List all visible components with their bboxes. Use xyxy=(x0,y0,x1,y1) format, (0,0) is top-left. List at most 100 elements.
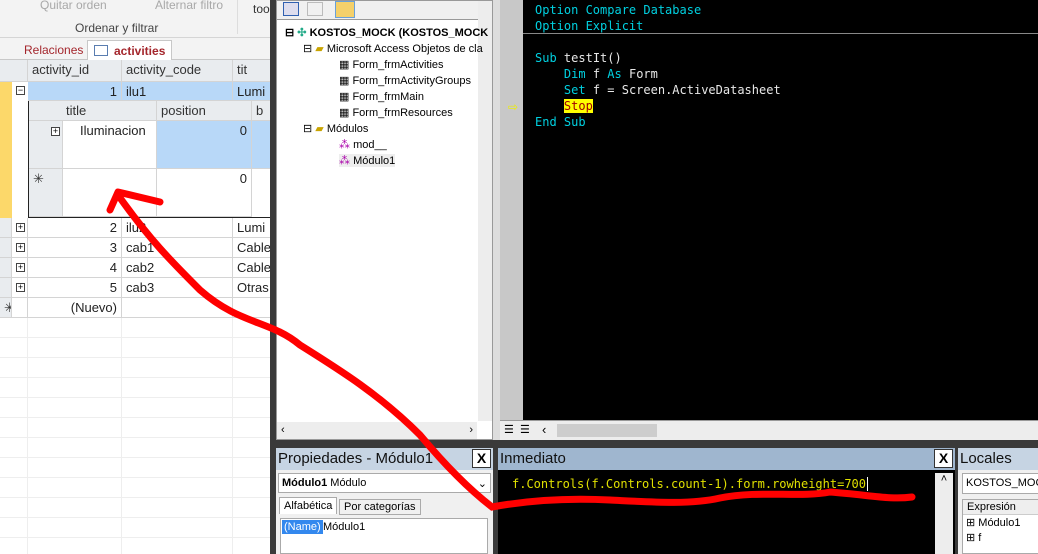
empty-cell xyxy=(28,418,122,438)
record-selector[interactable] xyxy=(0,82,12,218)
cell[interactable]: Lumi xyxy=(233,82,270,101)
empty-cell xyxy=(122,358,233,378)
view-object-icon[interactable] xyxy=(307,2,323,16)
tab-relaciones[interactable]: Relaciones xyxy=(0,40,89,60)
cell[interactable]: cab3 xyxy=(122,278,233,298)
cell[interactable]: (Nuevo) xyxy=(28,298,122,318)
view-code-icon[interactable] xyxy=(283,2,299,16)
cell[interactable]: 4 xyxy=(28,258,122,278)
cell[interactable] xyxy=(252,121,270,169)
record-selector[interactable] xyxy=(0,238,12,258)
empty-cell xyxy=(122,498,233,518)
expand-icon[interactable]: + xyxy=(16,263,25,272)
select-all-corner[interactable] xyxy=(29,101,63,121)
datasheet: activity_id activity_code tit 1 ilu1 Lumi − tit… xyxy=(0,60,270,554)
tree-item-form[interactable]: ▦ Form_frmResources xyxy=(339,106,453,119)
tab-por-categorias[interactable]: Por categorías xyxy=(339,499,421,515)
collapse-icon[interactable]: − xyxy=(16,86,25,95)
tree-item-form[interactable]: ▦ Form_frmActivities xyxy=(339,58,444,71)
empty-cell xyxy=(0,398,28,418)
margin-indicator-bar[interactable] xyxy=(500,0,523,420)
cell[interactable] xyxy=(233,298,270,318)
cell[interactable]: 0 xyxy=(157,169,252,217)
record-selector[interactable] xyxy=(0,258,12,278)
toggle-filter-button[interactable]: Alternar filtro xyxy=(155,0,223,12)
close-icon[interactable]: X xyxy=(472,449,491,468)
record-selector[interactable] xyxy=(0,218,12,238)
locals-item[interactable]: ⊞ f xyxy=(963,530,1038,545)
procedure-view-icon[interactable]: ☰ xyxy=(504,423,514,436)
empty-cell xyxy=(122,338,233,358)
locals-item[interactable]: ⊞ Módulo1 xyxy=(963,515,1038,530)
tree-root[interactable]: ⊟ ✣ KOSTOS_MOCK (KOSTOS_MOCK xyxy=(285,26,488,39)
cell[interactable]: Cable xyxy=(233,238,270,258)
cell[interactable]: 2 xyxy=(28,218,122,238)
empty-cell xyxy=(28,538,122,554)
expand-icon[interactable]: + xyxy=(16,283,25,292)
column-header-title[interactable]: tit xyxy=(233,60,270,82)
property-name[interactable]: (Name) xyxy=(282,520,323,534)
vertical-scrollbar[interactable]: ˄ xyxy=(935,473,953,554)
cell[interactable]: 0 xyxy=(157,121,252,169)
cell-text: Iluminacion xyxy=(80,123,146,138)
empty-cell xyxy=(28,518,122,538)
cell[interactable]: ilu2 xyxy=(122,218,233,238)
tree-item-form[interactable]: ▦ Form_frmActivityGroups xyxy=(339,74,471,87)
select-all-corner[interactable] xyxy=(0,60,28,82)
cell[interactable]: Otras xyxy=(233,278,270,298)
tree-folder-modules[interactable]: ⊟ ▰ Módulos xyxy=(303,122,368,135)
cell[interactable]: cab1 xyxy=(122,238,233,258)
empty-cell xyxy=(122,538,233,554)
empty-cell xyxy=(233,478,270,498)
cell[interactable]: Cable xyxy=(233,258,270,278)
empty-cell xyxy=(0,458,28,478)
empty-cell xyxy=(0,338,28,358)
cell[interactable] xyxy=(122,298,233,318)
tree-item-form[interactable]: ▦ Form_frmMain xyxy=(339,90,424,103)
cell[interactable]: cab2 xyxy=(122,258,233,278)
expand-icon[interactable]: + xyxy=(51,127,60,136)
code-window[interactable]: Option Compare Database Option Explicit … xyxy=(500,0,1038,420)
cell[interactable]: 3 xyxy=(28,238,122,258)
cell[interactable] xyxy=(62,169,157,217)
code-hscrollbar[interactable]: ☰ ☰ ‹ xyxy=(500,420,1038,440)
empty-cell xyxy=(28,398,122,418)
close-icon[interactable]: X xyxy=(934,449,953,468)
cell[interactable]: Lumi xyxy=(233,218,270,238)
column-header-activity-id[interactable]: activity_id xyxy=(28,60,122,82)
column-header-b[interactable]: b xyxy=(252,101,270,121)
tab-activities[interactable]: activities xyxy=(87,40,173,60)
expand-icon[interactable]: + xyxy=(16,243,25,252)
toggle-folders-icon[interactable] xyxy=(335,1,355,18)
expand-icon[interactable]: + xyxy=(16,223,25,232)
cell[interactable]: 5 xyxy=(28,278,122,298)
code-line: Stop xyxy=(535,99,593,113)
cell[interactable]: Iluminacion xyxy=(62,121,157,169)
clear-sort-button[interactable]: Quitar orden xyxy=(40,0,107,12)
new-record-selector[interactable]: ✳ xyxy=(29,169,63,217)
scroll-left-icon[interactable]: ‹ xyxy=(542,422,546,437)
cell[interactable]: 1 xyxy=(28,82,122,101)
object-select[interactable]: Módulo1 Módulo ⌄ xyxy=(278,473,491,493)
cell[interactable]: ilu1 xyxy=(122,82,233,101)
record-selector[interactable] xyxy=(0,278,12,298)
vertical-scrollbar[interactable] xyxy=(478,1,492,421)
immediate-input[interactable]: f.Controls(f.Controls.count-1).form.rowh… xyxy=(512,477,869,491)
empty-cell xyxy=(0,358,28,378)
property-grid: (Name) Módulo1 xyxy=(280,518,488,554)
access-window: Quitar orden Alternar filtro Ordenar y f… xyxy=(0,0,270,554)
column-header: Expresión xyxy=(963,500,1038,515)
full-module-view-icon[interactable]: ☰ xyxy=(520,423,530,436)
horizontal-scrollbar[interactable]: ‹ › xyxy=(277,422,477,439)
tree-item-module[interactable]: ⁂ Módulo1 xyxy=(339,154,396,167)
new-record-selector[interactable]: ✳ xyxy=(0,298,12,318)
column-header-activity-code[interactable]: activity_code xyxy=(122,60,233,82)
column-header-title[interactable]: title xyxy=(62,101,157,121)
property-value[interactable]: Módulo1 xyxy=(323,521,365,533)
column-header-position[interactable]: position xyxy=(157,101,252,121)
tree-item-module[interactable]: ⁂ mod__ xyxy=(339,138,387,151)
locals-grid: Expresión ⊞ Módulo1 ⊞ f xyxy=(962,499,1038,554)
empty-cell xyxy=(28,358,122,378)
tab-alfabetica[interactable]: Alfabética xyxy=(279,497,338,514)
tree-folder-objects[interactable]: ⊟ ▰ Microsoft Access Objetos de cla xyxy=(303,42,483,55)
